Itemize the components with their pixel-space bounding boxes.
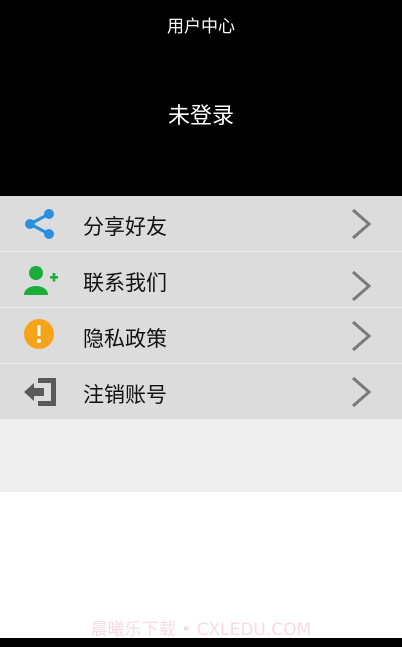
watermark: 晨曦乐下载 • CXLEDU.COM (90, 620, 312, 640)
warning-icon (24, 319, 54, 349)
chevron-right-icon (352, 320, 372, 352)
menu-item-label: 注销账号 (83, 383, 167, 407)
menu-item-logout[interactable]: 注销账号 (0, 364, 402, 420)
menu-item-label: 联系我们 (83, 271, 167, 295)
share-icon (25, 209, 54, 239)
chevron-right-icon (352, 270, 372, 302)
menu-list: 分享好友 联系我们 隐私政策 注销账号 (0, 196, 402, 420)
logout-icon (24, 378, 56, 406)
menu-item-privacy[interactable]: 隐私政策 (0, 308, 402, 364)
add-contact-icon (24, 266, 58, 295)
menu-item-share[interactable]: 分享好友 (0, 196, 402, 252)
menu-item-label: 分享好友 (83, 215, 167, 239)
chevron-right-icon (352, 376, 372, 408)
menu-item-contact[interactable]: 联系我们 (0, 252, 402, 308)
chevron-right-icon (352, 208, 372, 240)
bottom-bar (0, 638, 402, 647)
page-title: 用户中心 (167, 17, 235, 37)
login-status[interactable]: 未登录 (0, 98, 402, 130)
menu-item-label: 隐私政策 (83, 327, 167, 351)
header: 用户中心 未登录 (0, 0, 402, 196)
menu-spacer (0, 420, 402, 492)
